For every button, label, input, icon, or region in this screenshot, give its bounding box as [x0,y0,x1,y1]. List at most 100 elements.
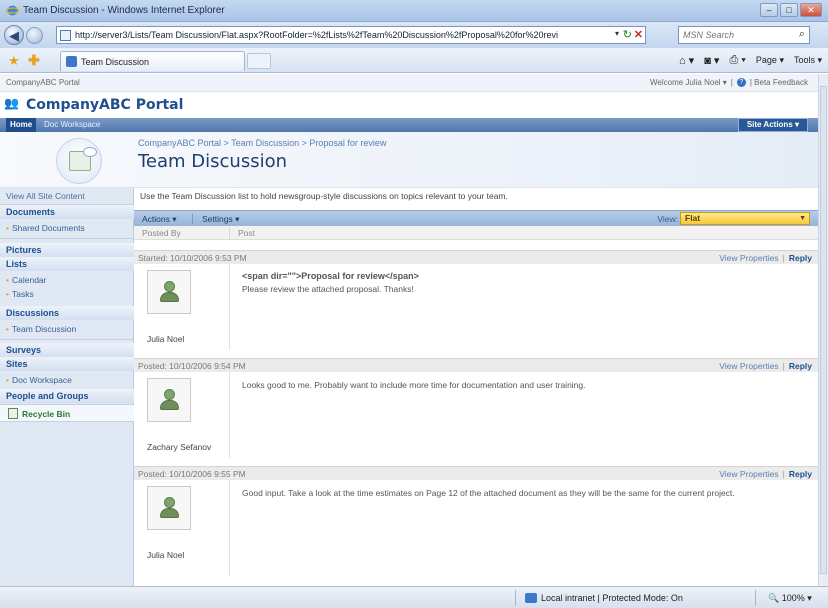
post-timestamp: Posted: 10/10/2006 9:55 PM [138,469,246,479]
column-post[interactable]: Post [238,228,255,238]
reply-link[interactable]: Reply [789,253,812,263]
recycle-bin-label: Recycle Bin [22,409,71,419]
recycle-bin-icon [8,408,18,419]
ql-header-discussions[interactable]: Discussions [0,306,134,320]
tools-menu[interactable]: Tools ▾ [794,55,822,66]
column-headers: Posted By Post [134,226,818,240]
view-selector[interactable]: Flat ▼ [680,212,810,225]
beta-feedback-link[interactable]: | Beta Feedback [750,78,808,87]
page-title: Team Discussion [138,151,288,172]
view-properties-link[interactable]: View Properties [719,253,778,263]
ie-logo-icon [6,5,19,16]
stop-icon[interactable]: ✕ [634,28,643,41]
url-text: http://server3/Lists/Team Discussion/Fla… [75,30,558,40]
search-input[interactable] [679,27,789,43]
post-author[interactable]: Zachary Sefanov [147,442,211,452]
discussion-list-icon [56,138,102,184]
post-actions: View Properties | Reply [719,253,812,263]
close-icon[interactable]: ✕ [800,3,822,17]
window-controls: – □ ✕ [760,3,822,17]
favorites-star-icon[interactable]: ★ [8,53,20,69]
ql-header-lists[interactable]: Lists [0,257,134,271]
discussion-post: Posted: 10/10/2006 9:54 PM View Properti… [134,358,818,458]
view-properties-link[interactable]: View Properties [719,469,778,479]
welcome-menu[interactable]: Welcome Julia Noel ▾ [650,78,727,87]
post-actions: View Properties | Reply [719,361,812,371]
home-icon[interactable]: ⌂ ▾ [679,54,694,67]
post-author[interactable]: Julia Noel [147,334,184,344]
print-icon[interactable]: ⎙ ▾ [729,54,745,67]
help-icon[interactable]: ? [736,78,746,87]
page-menu[interactable]: Page ▾ [756,55,784,66]
back-arrow-icon: ◀ [9,28,19,43]
actions-menu[interactable]: Actions ▾ [142,214,177,225]
search-box[interactable]: ⌕ [678,26,810,44]
sharepoint-page: CompanyABC Portal Welcome Julia Noel ▾ |… [0,74,818,586]
address-bar: ◀ http://server3/Lists/Team Discussion/F… [0,22,828,48]
portal-link[interactable]: CompanyABC Portal [6,78,80,87]
main-content: Use the Team Discussion list to hold new… [134,188,818,586]
welcome-area: Welcome Julia Noel ▾ | ? | Beta Feedback [650,78,808,87]
global-bar: CompanyABC Portal Welcome Julia Noel ▾ |… [0,74,818,92]
post-author[interactable]: Julia Noel [147,550,184,560]
new-tab-button[interactable] [247,53,271,69]
user-avatar-icon[interactable] [147,270,191,314]
post-body: Looks good to me. Probably want to inclu… [242,380,586,390]
command-buttons: ⌂ ▾ ◙ ▾ ⎙ ▾ Page ▾ Tools ▾ [679,54,822,67]
user-avatar-icon[interactable] [147,486,191,530]
security-zone[interactable]: Local intranet | Protected Mode: On [525,593,683,603]
post-body: Good input. Take a look at the time esti… [242,488,735,498]
scrollbar-thumb[interactable] [820,86,827,574]
recycle-bin-link[interactable]: Recycle Bin [0,404,134,422]
feeds-icon[interactable]: ◙ ▾ [704,54,719,67]
post-header: Started: 10/10/2006 9:53 PM View Propert… [134,250,818,264]
ql-header-pictures[interactable]: Pictures [0,243,134,257]
tab-home[interactable]: Home [6,118,37,132]
user-avatar-icon[interactable] [147,378,191,422]
ql-header-surveys[interactable]: Surveys [0,343,134,357]
view-all-site-content[interactable]: View All Site Content [6,191,85,201]
ql-item-tasks[interactable]: • Tasks [6,289,34,299]
ql-header-documents[interactable]: Documents [0,205,134,219]
back-button[interactable]: ◀ [4,25,24,45]
reply-link[interactable]: Reply [789,361,812,371]
breadcrumb[interactable]: CompanyABC Portal > Team Discussion > Pr… [138,138,386,148]
window-title: Team Discussion - Windows Internet Explo… [23,5,225,16]
page-icon [60,30,71,41]
tab-doc-workspace[interactable]: Doc Workspace [40,118,104,132]
view-label: View: [657,214,678,224]
site-header: 👥 CompanyABC Portal [0,92,818,118]
status-bar: Local intranet | Protected Mode: On 🔍 10… [0,586,828,608]
add-favorite-icon[interactable]: ✚ [28,52,40,69]
column-posted-by[interactable]: Posted By [142,228,181,238]
settings-menu[interactable]: Settings ▾ [202,214,239,225]
list-toolbar: Actions ▾ Settings ▾ View: Flat ▼ [134,210,818,226]
browser-tab[interactable]: Team Discussion [60,51,245,71]
forward-button[interactable] [26,27,43,44]
zoom-level[interactable]: 🔍 100% ▾ [768,593,812,604]
site-title[interactable]: CompanyABC Portal [26,97,183,113]
vertical-scrollbar[interactable] [818,74,828,586]
minimize-icon[interactable]: – [760,3,778,17]
ql-item-doc-workspace[interactable]: • Doc Workspace [6,375,72,385]
ql-item-calendar[interactable]: • Calendar [6,275,46,285]
site-actions-button[interactable]: Site Actions ▾ [737,118,808,132]
search-icon[interactable]: ⌕ [799,28,805,41]
ql-item-shared-documents[interactable]: • Shared Documents [6,223,85,233]
maximize-icon[interactable]: □ [780,3,798,17]
refresh-icon[interactable]: ↻ [623,28,632,41]
page-title-area: CompanyABC Portal > Team Discussion > Pr… [0,132,818,188]
post-subject: <span dir="">Proposal for review</span> [242,271,419,281]
ql-header-sites[interactable]: Sites [0,357,134,371]
tab-site-icon [66,56,77,67]
ql-item-team-discussion[interactable]: • Team Discussion [6,324,76,334]
url-dropdown-icon[interactable]: ▾ [615,29,619,38]
top-navigation: Home Doc Workspace Site Actions ▾ [0,118,818,132]
reply-link[interactable]: Reply [789,469,812,479]
ql-header-people-and-groups[interactable]: People and Groups [0,389,134,403]
window-titlebar: Team Discussion - Windows Internet Explo… [0,0,828,22]
post-body: Please review the attached proposal. Tha… [242,284,414,294]
separator: | [730,78,733,87]
view-properties-link[interactable]: View Properties [719,361,778,371]
url-field[interactable]: http://server3/Lists/Team Discussion/Fla… [56,26,646,44]
